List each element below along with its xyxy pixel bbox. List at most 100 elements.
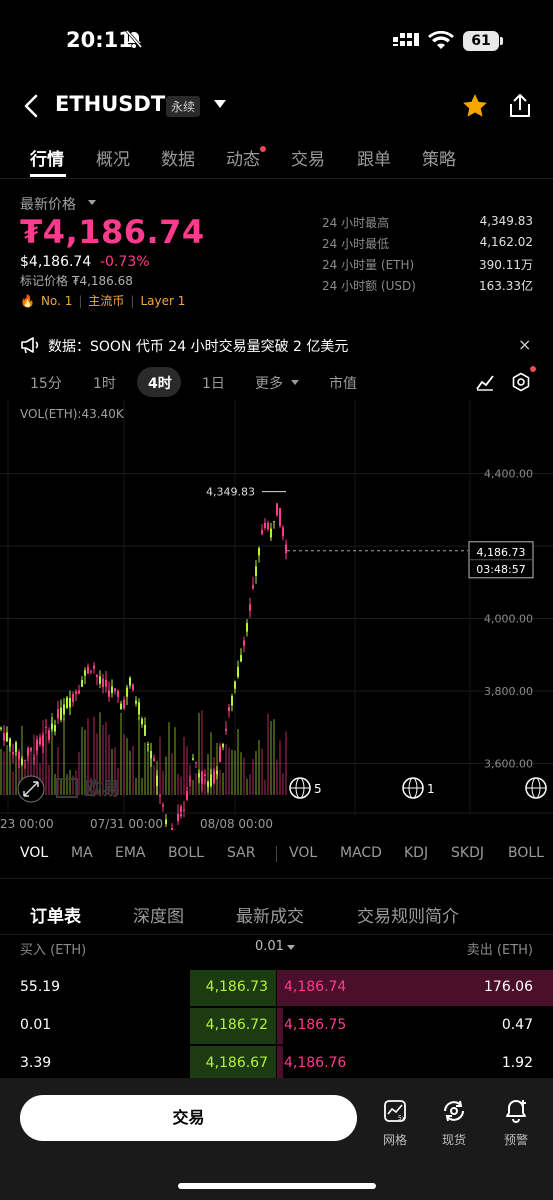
chevron-down-icon[interactable]	[287, 945, 295, 950]
settings-notification-dot	[530, 366, 536, 372]
back-arrow-icon[interactable]	[22, 92, 42, 124]
candle-body	[231, 696, 233, 706]
candle-body	[243, 640, 245, 646]
orderbook-row[interactable]: 0.01 4,186.72 4,186.75 0.47	[0, 1008, 553, 1044]
spot-label[interactable]: 现货	[434, 1131, 474, 1148]
tab-strategy[interactable]: 策略	[422, 145, 456, 170]
drawing-tools-icon[interactable]	[475, 373, 495, 395]
trade-button[interactable]: 交易	[20, 1095, 357, 1141]
volume-bar	[69, 769, 71, 795]
x-tick-label: 23 00:00	[0, 817, 54, 830]
favorite-star-icon[interactable]	[460, 91, 490, 125]
indicator-sub-vol[interactable]: VOL	[289, 845, 317, 861]
interval-4h[interactable]: 4时	[148, 373, 172, 393]
tab-feed[interactable]: 动态	[226, 145, 260, 170]
candle-body	[267, 522, 269, 530]
tab-market[interactable]: 行情	[30, 145, 64, 170]
price-type-dropdown-icon[interactable]	[88, 200, 96, 205]
indicator-ma[interactable]: MA	[71, 845, 93, 861]
event-count: 5	[314, 782, 322, 796]
candle-body	[66, 697, 68, 709]
tab-latest-trades[interactable]: 最新成交	[236, 902, 304, 927]
volume-bar	[165, 756, 167, 795]
indicator-sub-boll[interactable]: BOLL	[508, 845, 544, 861]
tag-layer[interactable]: Layer 1	[140, 294, 185, 308]
tab-order-book[interactable]: 订单表	[30, 902, 81, 927]
indicator-kdj[interactable]: KDJ	[404, 845, 428, 861]
candle-body	[108, 690, 110, 697]
candle-body	[162, 804, 164, 807]
grid-bot-label[interactable]: 网格	[375, 1131, 415, 1148]
volume-bar	[252, 758, 254, 795]
indicator-boll[interactable]: BOLL	[168, 845, 204, 861]
close-icon[interactable]: ×	[518, 335, 531, 354]
candle-body	[132, 684, 134, 691]
tag-rank[interactable]: No. 1	[41, 294, 72, 308]
tab-copy-trade[interactable]: 跟单	[357, 145, 391, 170]
candle-body	[135, 700, 137, 704]
candle-body	[237, 666, 239, 677]
ask-quantity: 0.47	[501, 1017, 533, 1033]
stat-turnover-label: 24 小时额 (USD)	[322, 279, 416, 293]
candle-body	[99, 676, 101, 684]
share-icon[interactable]	[507, 92, 533, 124]
volume-bar	[45, 735, 47, 795]
orderbook-ask-header: 卖出 (ETH)	[466, 943, 533, 958]
indicator-skdj[interactable]: SKDJ	[451, 845, 484, 861]
tick-size-select[interactable]: 0.01	[255, 939, 284, 954]
coin-tags: 🔥 No. 1 | 主流币 | Layer 1	[20, 294, 186, 308]
tab-depth-chart[interactable]: 深度图	[133, 902, 184, 927]
chevron-down-icon[interactable]	[291, 380, 299, 385]
tab-data[interactable]: 数据	[161, 145, 195, 170]
alert-bell-icon[interactable]	[496, 1098, 536, 1128]
spot-icon[interactable]	[434, 1098, 474, 1128]
volume-bar	[234, 750, 236, 795]
candle-body	[90, 671, 92, 673]
tab-trade[interactable]: 交易	[291, 145, 325, 170]
volume-bar	[81, 727, 83, 795]
volume-bar	[9, 745, 11, 795]
symbol-dropdown-icon[interactable]	[214, 100, 226, 108]
interval-more[interactable]: 更多	[255, 373, 283, 393]
indicator-vol[interactable]: VOL	[20, 845, 48, 861]
volume-bar	[51, 713, 53, 795]
high-price-label: 4,349.83	[206, 486, 255, 499]
candle-body	[117, 690, 119, 697]
grid-bot-icon[interactable]: 5x	[375, 1098, 415, 1128]
bid-quantity: 55.19	[20, 979, 61, 995]
volume-bar	[78, 751, 80, 795]
volume-bar	[123, 733, 125, 795]
stat-low-value: 4,162.02	[479, 235, 533, 249]
symbol-title[interactable]: ETHUSDT	[55, 92, 165, 116]
indicator-sar[interactable]: SAR	[227, 845, 255, 861]
volume-bar	[0, 748, 2, 795]
divider	[0, 178, 553, 179]
tag-category[interactable]: 主流币	[88, 294, 124, 308]
chart-settings-icon[interactable]	[511, 372, 531, 396]
orderbook-row[interactable]: 55.19 4,186.73 4,186.74 176.06	[0, 970, 553, 1006]
volume-bar	[60, 778, 62, 795]
candle-body	[240, 655, 242, 662]
tab-trading-rules[interactable]: 交易规则简介	[357, 902, 459, 927]
candle-body	[177, 812, 179, 821]
interval-1h[interactable]: 1时	[93, 373, 116, 393]
tab-overview[interactable]: 概况	[96, 145, 130, 170]
interval-1d[interactable]: 1日	[202, 373, 225, 393]
bid-quantity: 3.39	[20, 1055, 52, 1071]
interval-market-cap[interactable]: 市值	[329, 373, 357, 393]
indicator-macd[interactable]: MACD	[340, 845, 382, 861]
orderbook-row[interactable]: 3.39 4,186.67 4,186.76 1.92	[0, 1046, 553, 1082]
volume-bar	[216, 743, 218, 795]
volume-bar	[126, 738, 128, 795]
candlestick-chart[interactable]: 4,349.833,353.444,400.004,200.004,000.00…	[0, 400, 553, 830]
interval-15m[interactable]: 15分	[30, 373, 62, 393]
candle-body	[3, 732, 5, 741]
volume-bar	[240, 752, 242, 795]
alert-label[interactable]: 预警	[496, 1131, 536, 1148]
last-price-label[interactable]: 最新价格	[20, 194, 76, 214]
news-ticker[interactable]: 数据：SOON 代币 24 小时交易量突破 2 亿美元	[48, 336, 348, 356]
stat-volume-value: 390.11万	[479, 258, 533, 272]
indicator-ema[interactable]: EMA	[115, 845, 146, 861]
volume-bar	[138, 716, 140, 795]
candle-body	[87, 666, 89, 674]
